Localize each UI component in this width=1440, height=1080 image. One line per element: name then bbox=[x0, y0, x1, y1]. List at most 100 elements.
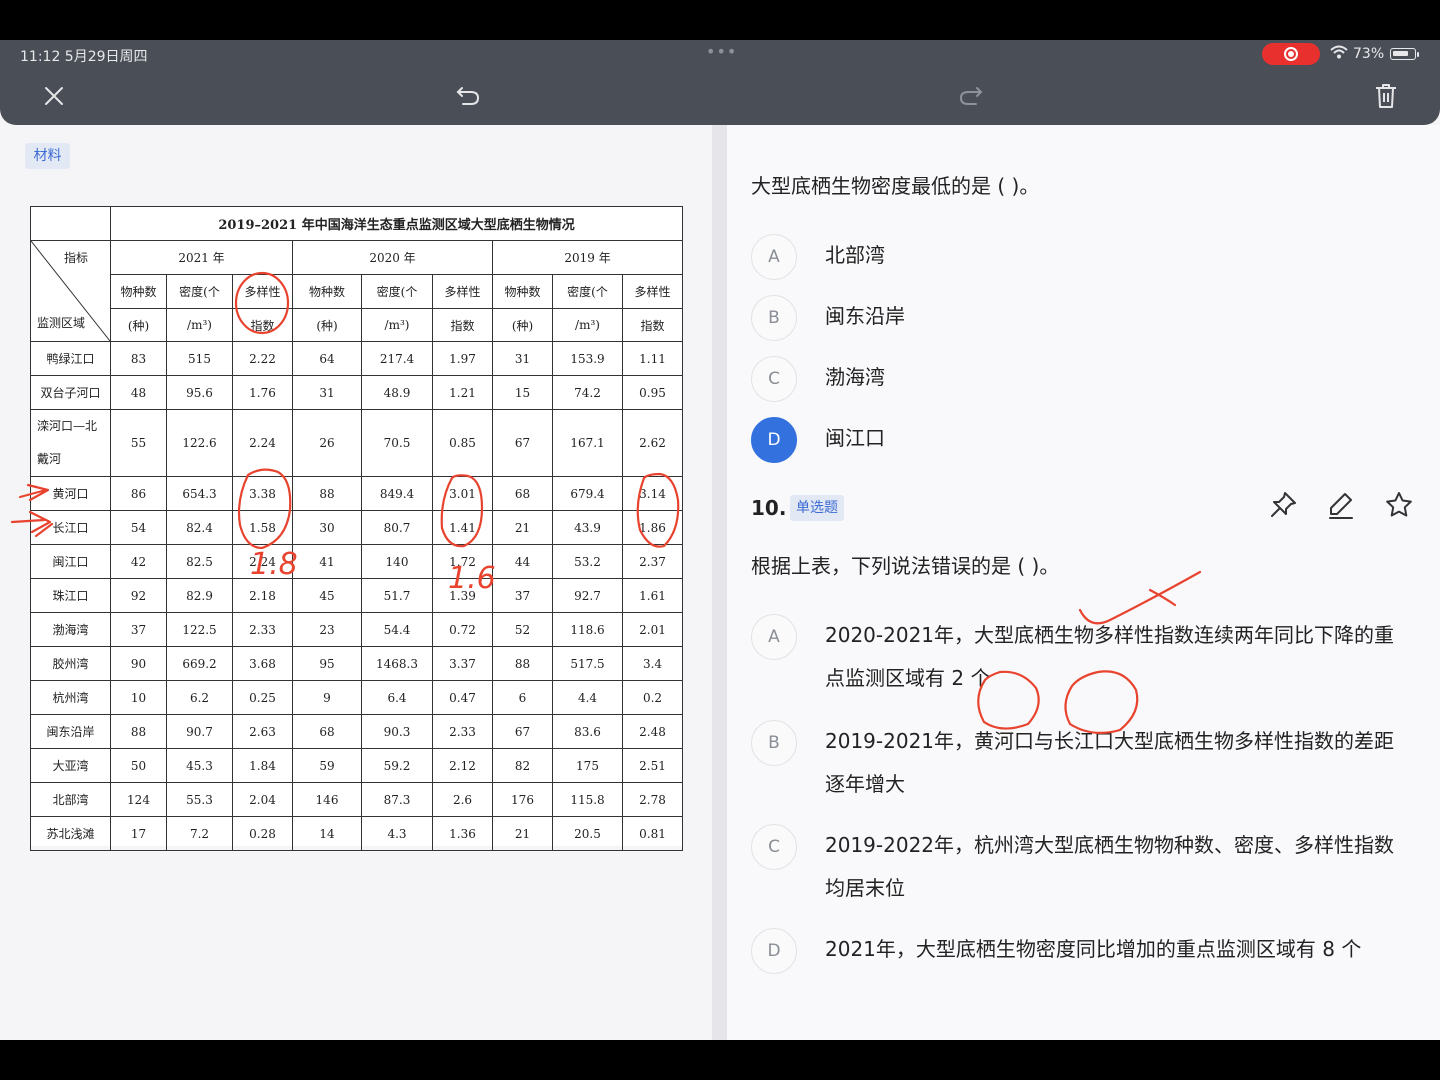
value-cell: 88 bbox=[110, 714, 167, 749]
region-cell: 鸭绿江口 bbox=[30, 341, 111, 376]
value-cell: 122.6 bbox=[166, 409, 233, 477]
value-cell: 1468.3 bbox=[361, 646, 433, 681]
option-letter: C bbox=[751, 356, 797, 402]
value-cell: 37 bbox=[110, 612, 167, 647]
redo-icon bbox=[959, 87, 983, 105]
value-cell: 6.2 bbox=[166, 680, 233, 715]
value-cell: 0.85 bbox=[432, 409, 493, 477]
status-bar: 11:12 5月29日周四 ••• 73% bbox=[0, 40, 1440, 68]
region-cell: 杭州湾 bbox=[30, 680, 111, 715]
table-row: 大亚湾 50 45.3 1.84 59 59.2 2.12 82 175 2.51 bbox=[30, 748, 684, 783]
col-header: 多样性 bbox=[232, 274, 293, 309]
col-header-unit: 指数 bbox=[232, 308, 293, 342]
value-cell: 82.5 bbox=[166, 544, 233, 579]
value-cell: 53.2 bbox=[552, 544, 623, 579]
value-cell: 1.86 bbox=[621, 510, 684, 545]
option-text: 2021年，大型底栖生物密度同比增加的重点监测区域有 8 个 bbox=[825, 937, 1362, 961]
value-cell: 1.61 bbox=[621, 578, 684, 613]
value-cell: 2.63 bbox=[232, 714, 293, 749]
option-text: 2020-2021年，大型底栖生物多样性指数连续两年同比下降的重点监测区域有 2… bbox=[825, 623, 1395, 690]
value-cell: 140 bbox=[361, 544, 433, 579]
value-cell: 51.7 bbox=[361, 578, 433, 613]
value-cell: 68 bbox=[492, 476, 553, 511]
value-cell: 55 bbox=[110, 409, 167, 477]
region-cell: 胶州湾 bbox=[30, 646, 111, 681]
value-cell: 41 bbox=[292, 544, 362, 579]
value-cell: 95.6 bbox=[166, 375, 233, 410]
value-cell: 153.9 bbox=[552, 341, 623, 376]
screen-recording-icon[interactable] bbox=[1262, 43, 1320, 65]
col-header-unit: /m³) bbox=[166, 308, 233, 342]
annotation-toolbar bbox=[0, 68, 1440, 125]
value-cell: 90.7 bbox=[166, 714, 233, 749]
value-cell: 48.9 bbox=[361, 375, 433, 410]
value-cell: 2.78 bbox=[621, 782, 684, 817]
question-number: 10. bbox=[751, 496, 787, 520]
redo-button[interactable] bbox=[951, 76, 991, 116]
region-cell: 滦河口—北 戴河 bbox=[30, 409, 111, 477]
pane-divider[interactable] bbox=[712, 125, 727, 1040]
value-cell: 17 bbox=[110, 816, 167, 851]
corner-bottom-label: 监测区域 bbox=[37, 316, 86, 330]
pin-icon[interactable] bbox=[1268, 490, 1298, 520]
col-header-unit: /m³) bbox=[552, 308, 623, 342]
option-letter: D bbox=[751, 417, 797, 463]
value-cell: 92.7 bbox=[552, 578, 623, 613]
option-text: 渤海湾 bbox=[825, 365, 885, 389]
value-cell: 679.4 bbox=[552, 476, 623, 511]
option-letter: B bbox=[751, 295, 797, 341]
value-cell: 2.04 bbox=[232, 782, 293, 817]
value-cell: 90.3 bbox=[361, 714, 433, 749]
value-cell: 43.9 bbox=[552, 510, 623, 545]
value-cell: 23 bbox=[292, 612, 362, 647]
value-cell: 15 bbox=[492, 375, 553, 410]
value-cell: 515 bbox=[166, 341, 233, 376]
close-button[interactable] bbox=[34, 76, 74, 116]
col-header: 多样性 bbox=[432, 274, 493, 309]
battery-icon bbox=[1390, 48, 1416, 60]
value-cell: 26 bbox=[292, 409, 362, 477]
year-header: 2021 年 bbox=[110, 240, 293, 275]
option-letter: A bbox=[751, 614, 797, 660]
col-header: 密度(个 bbox=[552, 274, 623, 309]
value-cell: 88 bbox=[492, 646, 553, 681]
value-cell: 3.38 bbox=[232, 476, 293, 511]
value-cell: 3.14 bbox=[621, 476, 684, 511]
value-cell: 21 bbox=[492, 816, 553, 851]
value-cell: 80.7 bbox=[361, 510, 433, 545]
value-cell: 0.47 bbox=[432, 680, 493, 715]
value-cell: 118.6 bbox=[552, 612, 623, 647]
value-cell: 70.5 bbox=[361, 409, 433, 477]
value-cell: 1.39 bbox=[432, 578, 493, 613]
value-cell: 3.01 bbox=[432, 476, 493, 511]
table-row: 双台子河口 48 95.6 1.76 31 48.9 1.21 15 74.2 0.95 bbox=[30, 375, 684, 410]
option-text: 闽江口 bbox=[825, 426, 885, 450]
value-cell: 217.4 bbox=[361, 341, 433, 376]
trash-icon bbox=[1376, 84, 1396, 108]
close-icon bbox=[45, 87, 63, 105]
value-cell: 1.58 bbox=[232, 510, 293, 545]
col-header: 物种数 bbox=[110, 274, 167, 309]
table-title: 2019–2021 年中国海洋生态重点监测区域大型底栖生物情况 bbox=[109, 206, 684, 241]
pencil-icon[interactable] bbox=[1326, 490, 1356, 520]
value-cell: 83 bbox=[110, 341, 167, 376]
value-cell: 44 bbox=[492, 544, 553, 579]
table-body: 鸭绿江口 83 515 2.22 64 217.4 1.97 31 153.9 1.11 双台子河口… bbox=[30, 341, 684, 851]
undo-button[interactable] bbox=[448, 76, 488, 116]
star-icon[interactable] bbox=[1384, 490, 1414, 520]
value-cell: 59 bbox=[292, 748, 362, 783]
value-cell: 3.68 bbox=[232, 646, 293, 681]
value-cell: 6 bbox=[492, 680, 553, 715]
value-cell: 54 bbox=[110, 510, 167, 545]
value-cell: 2.01 bbox=[621, 612, 684, 647]
value-cell: 2.37 bbox=[621, 544, 684, 579]
value-cell: 45.3 bbox=[166, 748, 233, 783]
value-cell: 86 bbox=[110, 476, 167, 511]
value-cell: 849.4 bbox=[361, 476, 433, 511]
multitask-dots-icon[interactable]: ••• bbox=[706, 42, 737, 61]
col-header-unit: /m³) bbox=[361, 308, 433, 342]
value-cell: 1.21 bbox=[432, 375, 493, 410]
option-text: 闽东沿岸 bbox=[825, 304, 905, 328]
value-cell: 31 bbox=[292, 375, 362, 410]
delete-button[interactable] bbox=[1366, 76, 1406, 116]
